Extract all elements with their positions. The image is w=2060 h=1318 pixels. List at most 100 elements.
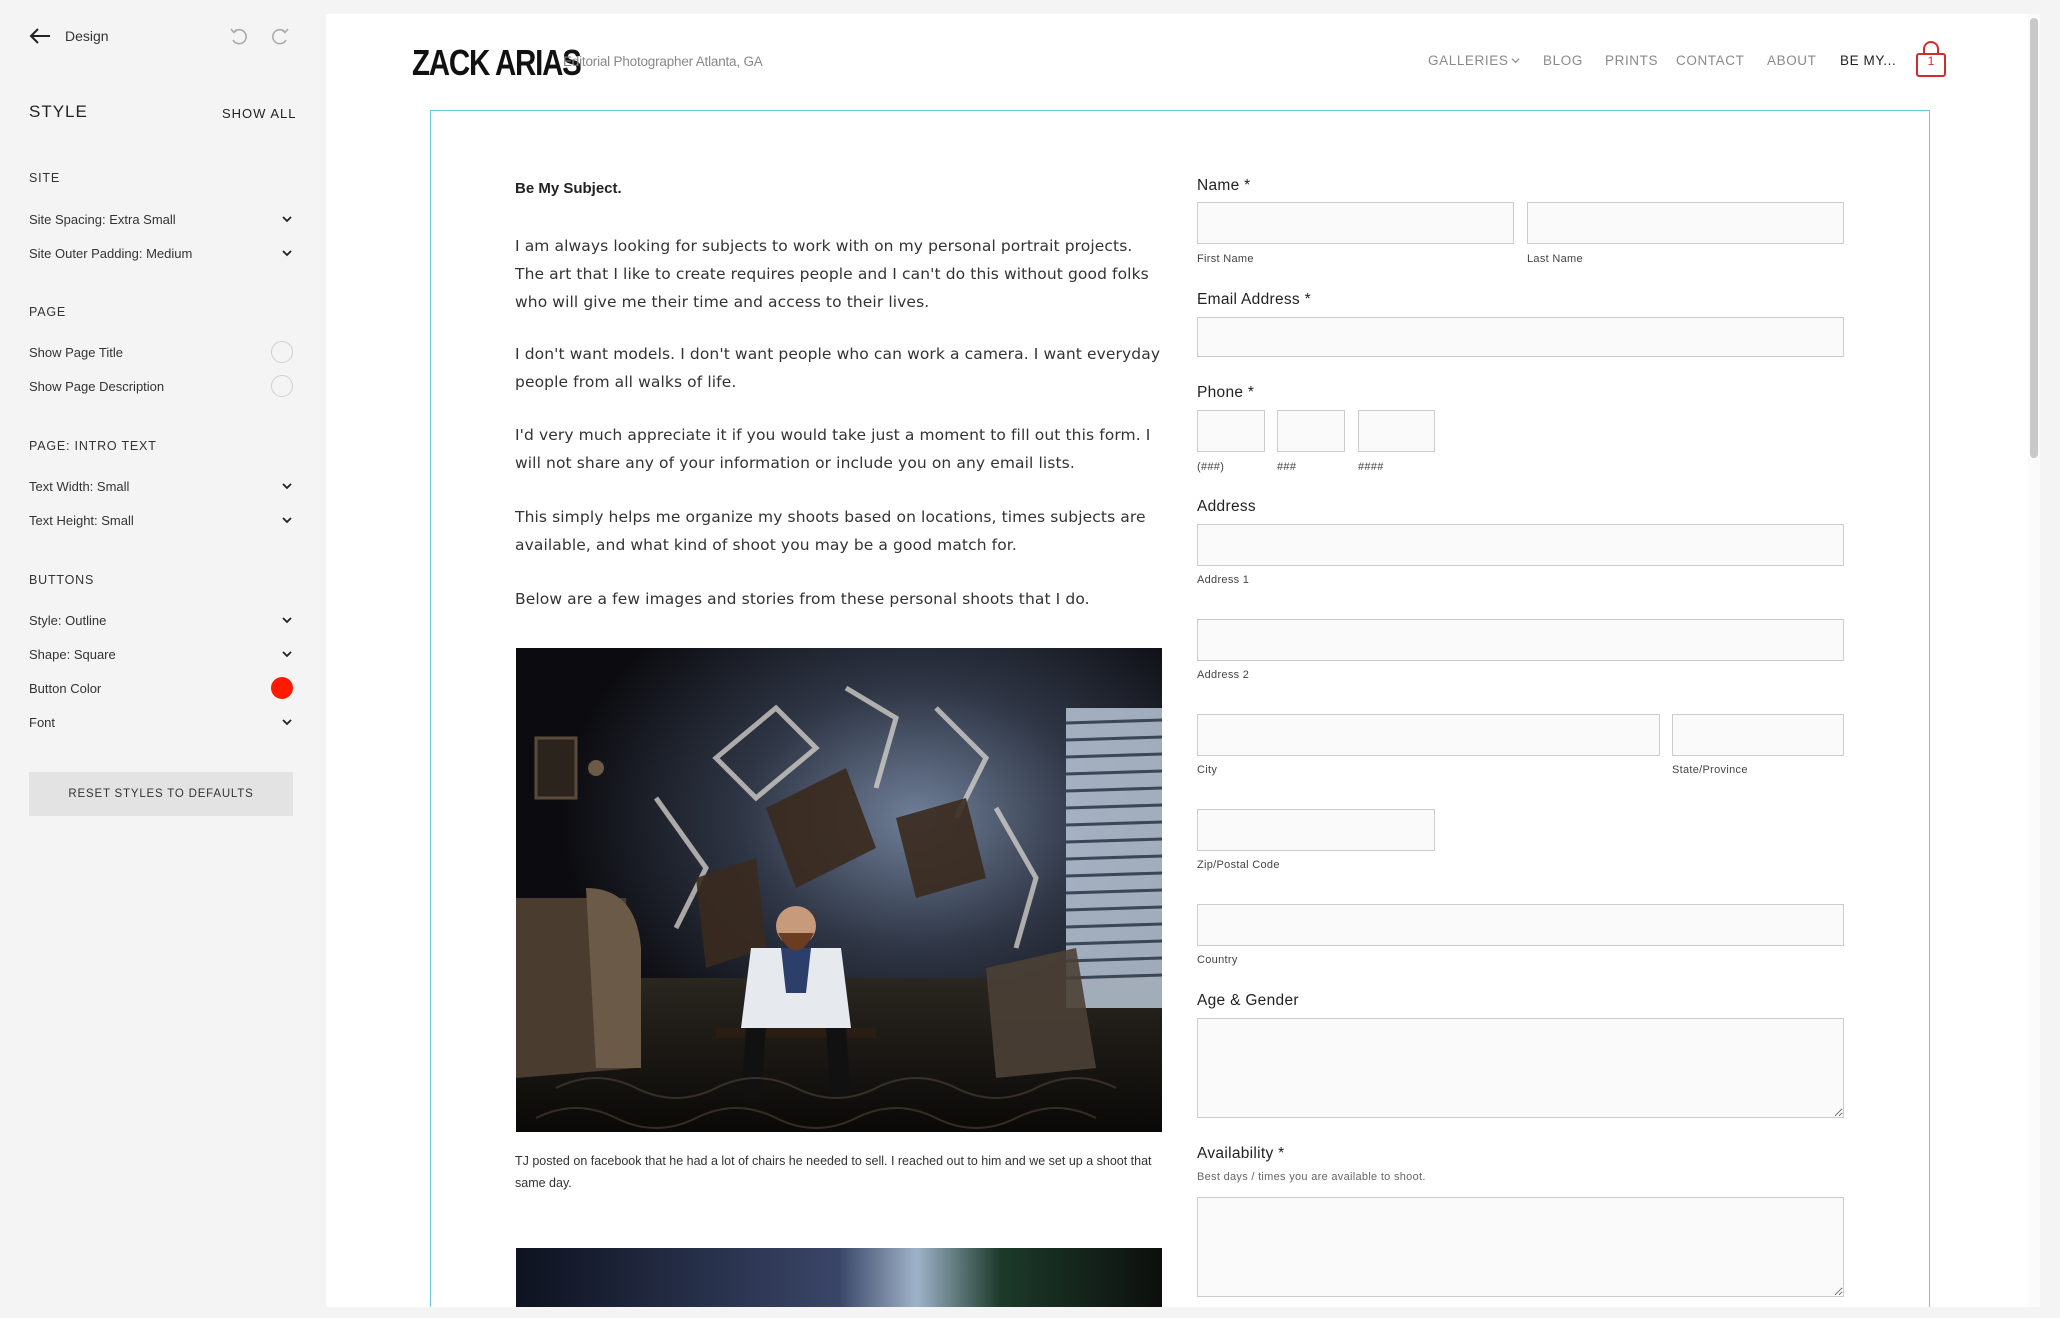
section-heading-page: PAGE — [29, 305, 67, 319]
back-button[interactable]: Design — [29, 24, 109, 48]
nav-galleries[interactable]: GALLERIES — [1428, 53, 1520, 68]
text-width-dropdown[interactable]: Text Width: Small — [29, 473, 293, 499]
address2-sublabel: Address 2 — [1197, 669, 1250, 681]
arrow-left-icon — [29, 28, 50, 44]
button-shape-dropdown[interactable]: Shape: Square — [29, 641, 293, 667]
availability-textarea[interactable] — [1197, 1197, 1844, 1297]
city-input[interactable] — [1197, 714, 1660, 756]
intro-paragraph: This simply helps me organize my shoots … — [515, 508, 1146, 554]
address1-sublabel: Address 1 — [1197, 574, 1250, 586]
last-name-input[interactable] — [1527, 202, 1844, 244]
show-page-description-toggle[interactable]: Show Page Description — [29, 373, 293, 399]
intro-paragraph: I am always looking for subjects to work… — [515, 237, 1149, 311]
address-label: Address — [1197, 498, 1256, 515]
age-gender-label: Age & Gender — [1197, 992, 1299, 1009]
chevron-down-icon — [281, 514, 293, 526]
age-gender-textarea[interactable] — [1197, 1018, 1844, 1118]
section-heading-intro-text: PAGE: INTRO TEXT — [29, 439, 157, 453]
city-sublabel: City — [1197, 764, 1218, 776]
nav-label: PRINTS — [1605, 53, 1659, 68]
nav-label: BLOG — [1543, 53, 1583, 68]
email-label: Email Address * — [1197, 291, 1311, 308]
cart-count: 1 — [1927, 54, 1935, 68]
row-label: Style: Outline — [29, 612, 107, 628]
section-heading-buttons: BUTTONS — [29, 573, 95, 587]
undo-icon[interactable] — [228, 26, 248, 46]
phone-area-code-input[interactable] — [1197, 410, 1265, 452]
first-name-sublabel: First Name — [1197, 253, 1254, 265]
zip-sublabel: Zip/Postal Code — [1197, 859, 1280, 871]
page-title: Be My Subject. — [515, 180, 622, 197]
chevron-down-icon — [281, 614, 293, 626]
address2-input[interactable] — [1197, 619, 1844, 661]
button-color-picker[interactable]: Button Color — [29, 675, 293, 701]
zip-input[interactable] — [1197, 809, 1435, 851]
nav-prints[interactable]: PRINTS — [1605, 53, 1658, 68]
intro-paragraph: I'd very much appreciate it if you would… — [515, 426, 1151, 472]
button-font-dropdown[interactable]: Font — [29, 709, 293, 735]
phone-sublabel: ### — [1277, 461, 1297, 473]
site-spacing-dropdown[interactable]: Site Spacing: Extra Small — [29, 206, 293, 232]
row-label: Button Color — [29, 680, 102, 696]
reset-styles-button[interactable]: RESET STYLES TO DEFAULTS — [29, 772, 293, 816]
site-tagline: Editorial Photographer Atlanta, GA — [563, 54, 763, 69]
chevron-down-icon — [281, 648, 293, 660]
row-label: Site Spacing: Extra Small — [29, 211, 176, 227]
row-label: Shape: Square — [29, 646, 116, 662]
phone-prefix-input[interactable] — [1277, 410, 1345, 452]
first-name-input[interactable] — [1197, 202, 1514, 244]
state-sublabel: State/Province — [1672, 764, 1748, 776]
phone-label: Phone * — [1197, 384, 1255, 401]
show-page-title-toggle[interactable]: Show Page Title — [29, 339, 293, 365]
phone-line-input[interactable] — [1358, 410, 1435, 452]
availability-description: Best days / times you are available to s… — [1197, 1171, 1426, 1183]
show-all-button[interactable]: SHOW ALL — [222, 106, 296, 121]
intro-paragraph: I don't want models. I don't want people… — [515, 345, 1161, 391]
scrollbar-thumb[interactable] — [2030, 18, 2038, 458]
state-input[interactable] — [1672, 714, 1844, 756]
row-label: Text Width: Small — [29, 478, 130, 494]
chevron-down-icon — [281, 716, 293, 728]
toggle-off[interactable] — [271, 341, 293, 363]
scrollbar[interactable] — [2028, 14, 2040, 1307]
text-height-dropdown[interactable]: Text Height: Small — [29, 507, 293, 533]
row-label: Show Page Title — [29, 344, 123, 360]
nav-be-my-subject[interactable]: BE MY... — [1840, 53, 1896, 68]
section-heading-site: SITE — [29, 171, 60, 185]
toggle-off[interactable] — [271, 375, 293, 397]
name-label: Name * — [1197, 177, 1251, 194]
country-input[interactable] — [1197, 904, 1844, 946]
row-label: Font — [29, 714, 56, 730]
color-swatch[interactable] — [271, 677, 293, 699]
intro-paragraph: Below are a few images and stories from … — [515, 590, 1090, 608]
redo-icon[interactable] — [271, 26, 291, 46]
portrait-photo-chairs — [516, 648, 1162, 1132]
email-input[interactable] — [1197, 317, 1844, 357]
nav-label: GALLERIES — [1428, 53, 1509, 68]
address1-input[interactable] — [1197, 524, 1844, 566]
nav-about[interactable]: ABOUT — [1767, 53, 1817, 68]
panel-title: STYLE — [29, 102, 88, 121]
site-logo[interactable]: ZACK ARIAS — [412, 42, 582, 84]
photo-caption: TJ posted on facebook that he had a lot … — [515, 1154, 1152, 1190]
row-label: Text Height: Small — [29, 512, 134, 528]
phone-sublabel: (###) — [1197, 461, 1225, 473]
cart-button[interactable]: 1 — [1913, 40, 1949, 78]
site-preview: ZACK ARIAS Editorial Photographer Atlant… — [326, 14, 2040, 1307]
nav-label: BE MY... — [1840, 53, 1897, 68]
chevron-down-icon — [281, 213, 293, 225]
nav-label: ABOUT — [1767, 53, 1817, 68]
site-outer-padding-dropdown[interactable]: Site Outer Padding: Medium — [29, 240, 293, 266]
nav-label: CONTACT — [1676, 53, 1745, 68]
nav-blog[interactable]: BLOG — [1543, 53, 1583, 68]
back-label: Design — [65, 28, 109, 44]
chevron-down-icon — [1511, 58, 1520, 64]
availability-label: Availability * — [1197, 1145, 1285, 1162]
chevron-down-icon — [281, 480, 293, 492]
last-name-sublabel: Last Name — [1527, 253, 1583, 265]
nav-contact[interactable]: CONTACT — [1676, 53, 1744, 68]
style-panel: Design STYLE SHOW ALL SITE Site Spacing:… — [0, 0, 326, 1318]
row-label: Show Page Description — [29, 378, 165, 394]
button-style-dropdown[interactable]: Style: Outline — [29, 607, 293, 633]
row-label: Site Outer Padding: Medium — [29, 245, 193, 261]
